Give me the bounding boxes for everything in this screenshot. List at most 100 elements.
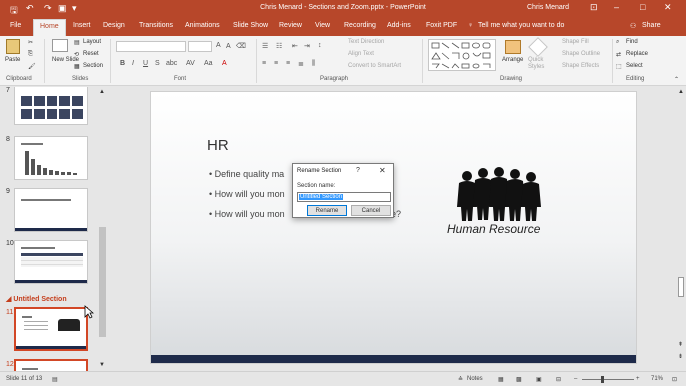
scrollbar-thumb[interactable] [678,277,684,297]
format-painter-icon[interactable]: 🖌 [28,63,36,70]
increase-font-icon[interactable]: A [216,42,221,49]
dialog-close-icon[interactable]: ✕ [379,166,386,175]
bold-icon[interactable]: B [120,60,125,67]
section-name-input[interactable]: Untitled Section [297,192,391,202]
collapse-ribbon-icon[interactable]: ⌃ [674,76,679,83]
previous-slide-icon[interactable]: ⇞ [678,341,683,348]
tab-view[interactable]: View [315,22,330,29]
slide-thumbnail[interactable] [14,240,88,284]
slide-thumbnail[interactable] [14,359,88,371]
tab-home[interactable]: Home [33,19,66,36]
columns-icon[interactable]: ⫼ [312,60,315,68]
bullet-item[interactable]: • Define quality ma [209,169,284,179]
new-slide-icon[interactable] [52,39,68,52]
notes-button[interactable]: Notes [467,376,483,382]
align-right-icon[interactable]: ≡ [286,60,290,67]
slide-canvas[interactable]: HR • Define quality ma • How will you mo… [150,91,637,364]
spelling-icon[interactable]: ▤ [52,376,58,383]
share-icon[interactable]: ⚇ [630,22,636,30]
reading-view-icon[interactable]: ▣ [536,376,542,383]
slide-thumbnail[interactable] [14,188,88,232]
increase-indent-icon[interactable]: ⇥ [304,42,310,50]
shape-outline-button[interactable]: Shape Outline [562,51,600,57]
zoom-slider[interactable] [582,379,634,380]
zoom-slider-thumb[interactable] [601,376,604,383]
reset-button[interactable]: Reset [83,51,99,57]
slide-thumbnail[interactable] [14,136,88,180]
tab-review[interactable]: Review [279,22,302,29]
tab-foxit-pdf[interactable]: Foxit PDF [426,22,457,29]
human-resource-logo[interactable] [447,167,547,223]
underline-icon[interactable]: U [143,60,148,67]
thumbnail-scrollbar[interactable]: ▲ ▼ [98,87,107,371]
layout-button[interactable]: Layout [83,39,101,45]
maximize-icon[interactable]: □ [640,2,645,12]
select-button[interactable]: Select [626,63,643,69]
copy-icon[interactable]: ⎘ [28,51,33,58]
font-name-combo[interactable] [116,41,186,52]
tab-animations[interactable]: Animations [185,22,220,29]
scroll-up-icon[interactable]: ▲ [678,89,684,95]
zoom-in-icon[interactable]: + [636,376,640,382]
line-spacing-icon[interactable]: ↕ [318,42,322,49]
slide-sorter-icon[interactable]: ▩ [516,376,522,383]
quick-styles-button[interactable]: Quick Styles [528,57,552,71]
slide-thumbnail[interactable] [14,87,88,125]
shape-fill-button[interactable]: Shape Fill [562,39,589,45]
tab-recording[interactable]: Recording [344,22,376,29]
quick-styles-icon[interactable] [528,37,548,57]
cut-icon[interactable]: ✂ [28,39,33,46]
next-slide-icon[interactable]: ⇟ [678,353,683,360]
change-case-icon[interactable]: Aa [204,60,213,67]
arrange-icon[interactable] [505,40,521,54]
justify-icon[interactable]: ≣ [298,60,304,68]
paste-icon[interactable] [6,39,20,54]
convert-smartart-button[interactable]: Convert to SmartArt [348,63,401,69]
fit-slide-icon[interactable]: ⊡ [672,376,677,383]
bullet-item[interactable]: • How will you mon [209,209,285,219]
scrollbar-thumb[interactable] [99,227,106,337]
scroll-up-icon[interactable]: ▲ [99,89,105,95]
slide-thumbnail-selected[interactable] [14,307,88,351]
align-center-icon[interactable]: ≡ [274,60,278,67]
font-color-icon[interactable]: A [222,60,227,67]
rename-button[interactable]: Rename [307,205,347,216]
font-size-combo[interactable] [188,41,212,52]
section-header[interactable]: ◢ Untitled Section [6,295,67,303]
numbering-icon[interactable]: ☷ [276,42,282,50]
slide-scrollbar[interactable]: ▲ ⇞ ⇟ [676,87,686,371]
help-icon[interactable]: ? [356,167,360,174]
ribbon-display-icon[interactable]: ⊡ [590,2,598,13]
section-button[interactable]: Section [83,63,103,69]
clear-formatting-icon[interactable]: ⌫ [236,42,246,50]
normal-view-icon[interactable]: ▦ [498,376,504,383]
replace-button[interactable]: Replace [626,51,648,57]
tell-me-box[interactable]: Tell me what you want to do [478,22,564,29]
paste-button[interactable]: Paste [5,57,20,63]
cancel-button[interactable]: Cancel [351,205,391,216]
tab-slide-show[interactable]: Slide Show [233,22,268,29]
italic-icon[interactable]: I [132,60,134,67]
shadow-icon[interactable]: S [155,60,160,67]
tab-add-ins[interactable]: Add-ins [387,22,411,29]
decrease-indent-icon[interactable]: ⇤ [292,42,298,50]
bullet-item[interactable]: • How will you mon [209,189,285,199]
shapes-gallery[interactable] [428,39,496,71]
user-name[interactable]: Chris Menard [527,4,569,11]
tab-file[interactable]: File [10,22,21,29]
zoom-level[interactable]: 71% [651,376,663,382]
slide-thumbnail-pane[interactable]: 7 8 9 10 ◢ Untitled Section 11 12 [0,87,108,371]
bullets-icon[interactable]: ☰ [262,42,268,50]
text-direction-button[interactable]: Text Direction [348,39,384,45]
char-spacing-icon[interactable]: AV [186,60,195,67]
scroll-down-icon[interactable]: ▼ [99,362,105,368]
strikethrough-icon[interactable]: abc [166,60,177,67]
slideshow-view-icon[interactable]: ⊟ [556,376,561,383]
decrease-font-icon[interactable]: A [226,43,231,50]
slide-title[interactable]: HR [207,137,229,154]
minimize-icon[interactable]: – [614,2,619,12]
share-button[interactable]: Share [642,22,661,29]
find-button[interactable]: Find [626,39,638,45]
tab-design[interactable]: Design [103,22,125,29]
tab-insert[interactable]: Insert [73,22,91,29]
